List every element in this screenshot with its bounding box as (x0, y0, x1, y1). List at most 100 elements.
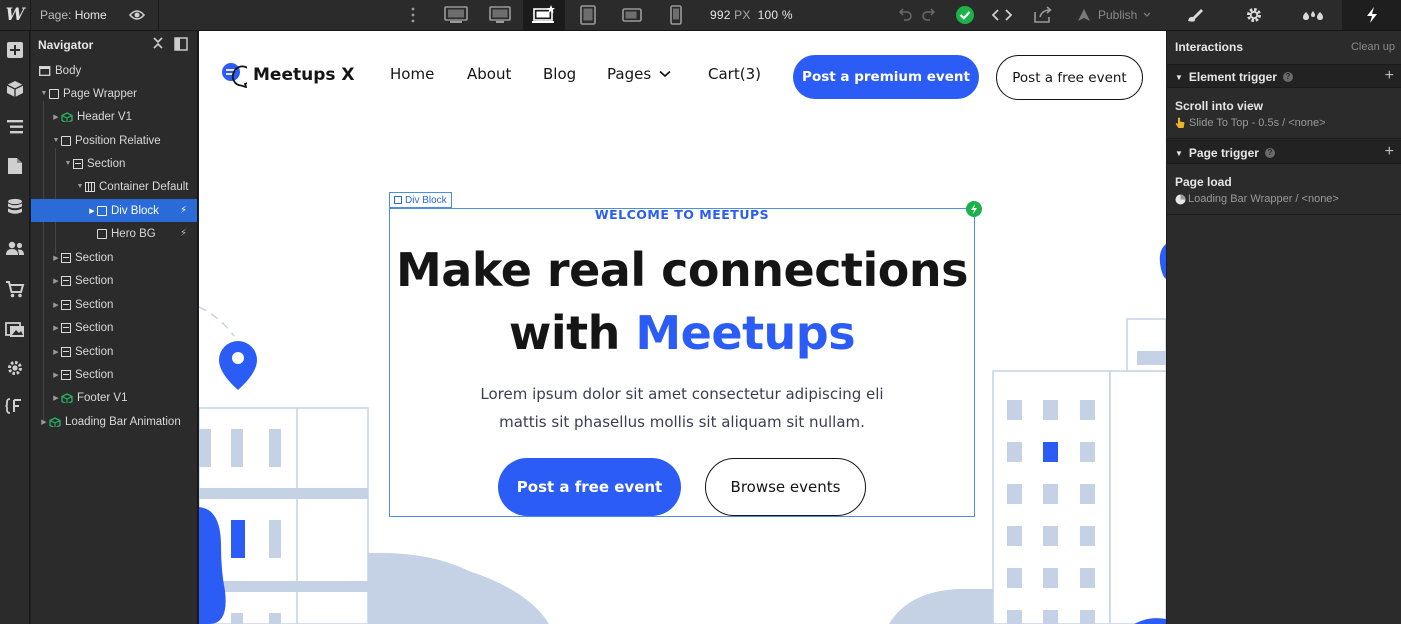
page-trigger-header[interactable]: ▼ Page trigger ? + (1167, 140, 1401, 164)
page-load-circle-icon (1175, 194, 1186, 204)
page-selector[interactable]: Page: Home (40, 8, 107, 22)
element-trigger-item-sub[interactable]: Slide To Top - 0.5s / <none> (1175, 117, 1326, 129)
mobile-portrait-icon[interactable] (655, 0, 697, 30)
redo-icon[interactable] (918, 4, 940, 26)
tree-item-label: Div Block (111, 204, 159, 217)
more-vertical-icon[interactable] (409, 6, 417, 24)
caret-right-icon[interactable]: ▶ (51, 324, 61, 332)
share-icon[interactable] (1032, 4, 1054, 26)
caret-right-icon[interactable]: ▶ (51, 371, 61, 379)
post-premium-event-button[interactable]: Post a premium event (793, 55, 979, 99)
webflow-logo[interactable]: W (0, 0, 30, 30)
tree-item-label: Section (75, 345, 114, 358)
add-page-trigger-plus-icon[interactable]: + (1385, 143, 1394, 161)
nav-link-about[interactable]: About (467, 65, 511, 83)
settings-gear-icon[interactable] (3, 356, 27, 380)
tree-item-page-wrapper[interactable]: ▼ Page Wrapper (31, 82, 197, 105)
tree-item-header-v1[interactable]: ▶ Header V1 (31, 105, 197, 128)
caret-right-icon[interactable]: ▶ (51, 254, 61, 262)
style-manager-drops-icon[interactable] (1284, 0, 1343, 30)
container-icon (85, 181, 95, 192)
desktop-base-icon[interactable] (523, 0, 565, 30)
undo-icon[interactable] (894, 4, 916, 26)
tree-item-footer-v1[interactable]: ▶ Footer V1 (31, 386, 197, 409)
caret-down-icon[interactable]: ▼ (51, 137, 61, 144)
nav-link-blog[interactable]: Blog (543, 65, 576, 83)
mobile-landscape-icon[interactable] (611, 0, 653, 30)
interactions-panel: Interactions Clean up ▼ Element trigger … (1167, 31, 1401, 624)
tree-item-label: Body (55, 64, 82, 77)
nav-link-cart[interactable]: Cart(3) (708, 65, 761, 83)
caret-down-icon[interactable]: ▼ (63, 160, 73, 167)
element-trigger-item-title[interactable]: Scroll into view (1175, 99, 1263, 113)
caret-right-icon[interactable]: ▶ (87, 207, 97, 215)
clean-up-button[interactable]: Clean up (1351, 41, 1395, 53)
tree-item-label: Section (75, 274, 114, 287)
post-free-event-button[interactable]: Post a free event (498, 458, 681, 516)
nav-link-home[interactable]: Home (390, 65, 434, 83)
tablet-icon[interactable] (567, 0, 609, 30)
navigator-layers-icon[interactable] (3, 115, 27, 139)
eye-icon[interactable] (122, 5, 152, 25)
status-check-icon[interactable] (954, 4, 976, 26)
interactions-tab-bolt-icon[interactable] (1342, 0, 1401, 30)
tree-item-section[interactable]: ▶ Section (31, 363, 197, 386)
add-element-trigger-plus-icon[interactable]: + (1385, 67, 1394, 85)
caret-right-icon[interactable]: ▶ (51, 394, 61, 402)
code-icon[interactable] (991, 4, 1013, 26)
custom-code-icon[interactable] (3, 394, 27, 418)
site-logo-text: Meetups X (253, 65, 355, 85)
element-trigger-header[interactable]: ▼ Element trigger ? + (1167, 64, 1401, 88)
design-canvas[interactable]: Meetups X Home About Blog Pages Cart(3) … (199, 31, 1166, 624)
component-icon (61, 111, 73, 122)
nav-dropdown-pages[interactable]: Pages (607, 65, 671, 83)
page-trigger-item-sub[interactable]: Loading Bar Wrapper / <none> (1175, 193, 1339, 205)
page-trigger-item-title[interactable]: Page load (1175, 175, 1232, 189)
users-icon[interactable] (3, 236, 27, 260)
help-icon[interactable]: ? (1264, 148, 1275, 158)
publish-label: Publish (1098, 8, 1138, 22)
add-panel-plus-icon[interactable] (3, 38, 27, 62)
browse-events-button[interactable]: Browse events (705, 458, 866, 516)
tree-item-div-block[interactable]: ▶ Div Block ⚡ (31, 199, 197, 222)
desktop-large-icon[interactable] (435, 0, 477, 30)
tree-item-label: Page Wrapper (63, 87, 137, 100)
pages-icon[interactable] (3, 154, 27, 178)
tree-item-section[interactable]: ▶ Section (31, 316, 197, 339)
desktop-icon[interactable] (479, 0, 521, 30)
caret-down-icon[interactable]: ▼ (39, 90, 49, 97)
tree-item-section[interactable]: ▶ Section (31, 340, 197, 363)
post-free-event-header-button[interactable]: Post a free event (996, 55, 1143, 100)
caret-right-icon[interactable]: ▶ (51, 113, 61, 121)
collapse-all-icon[interactable] (151, 36, 165, 50)
section-icon (61, 369, 71, 380)
tree-item-section[interactable]: ▼ Section (31, 152, 197, 175)
tree-item-body[interactable]: Body (31, 59, 197, 82)
caret-down-icon[interactable]: ▼ (1175, 73, 1183, 82)
caret-right-icon[interactable]: ▶ (51, 348, 61, 356)
tree-item-hero-bg[interactable]: Hero BG ⚡ (31, 222, 197, 245)
caret-right-icon[interactable]: ▶ (39, 418, 49, 426)
caret-down-icon[interactable]: ▼ (75, 183, 85, 190)
tree-item-loading-bar-animation[interactable]: ▶ Loading Bar Animation (31, 410, 197, 433)
dock-panel-icon[interactable] (174, 37, 188, 51)
cms-database-icon[interactable] (3, 195, 27, 219)
assets-image-icon[interactable] (3, 317, 27, 341)
publish-button[interactable]: Publish (1076, 5, 1151, 25)
caret-right-icon[interactable]: ▶ (51, 301, 61, 309)
tree-item-section[interactable]: ▶ Section (31, 269, 197, 292)
div-block-icon (97, 228, 107, 239)
tree-item-position-relative[interactable]: ▼ Position Relative (31, 129, 197, 152)
symbols-cube-icon[interactable] (3, 77, 27, 101)
caret-right-icon[interactable]: ▶ (51, 277, 61, 285)
site-logo[interactable]: Meetups X (221, 62, 355, 88)
tree-item-section[interactable]: ▶ Section (31, 246, 197, 269)
caret-down-icon[interactable]: ▼ (1175, 149, 1183, 158)
tree-item-section[interactable]: ▶ Section (31, 293, 197, 316)
help-icon[interactable]: ? (1282, 72, 1293, 82)
settings-tab-gear-icon[interactable] (1225, 0, 1284, 30)
tree-item-container-default[interactable]: ▼ Container Default (31, 175, 197, 198)
interaction-bolt-icon: ⚡ (179, 205, 187, 216)
ecommerce-cart-icon[interactable] (3, 277, 27, 301)
style-tab-brush-icon[interactable] (1166, 0, 1225, 30)
